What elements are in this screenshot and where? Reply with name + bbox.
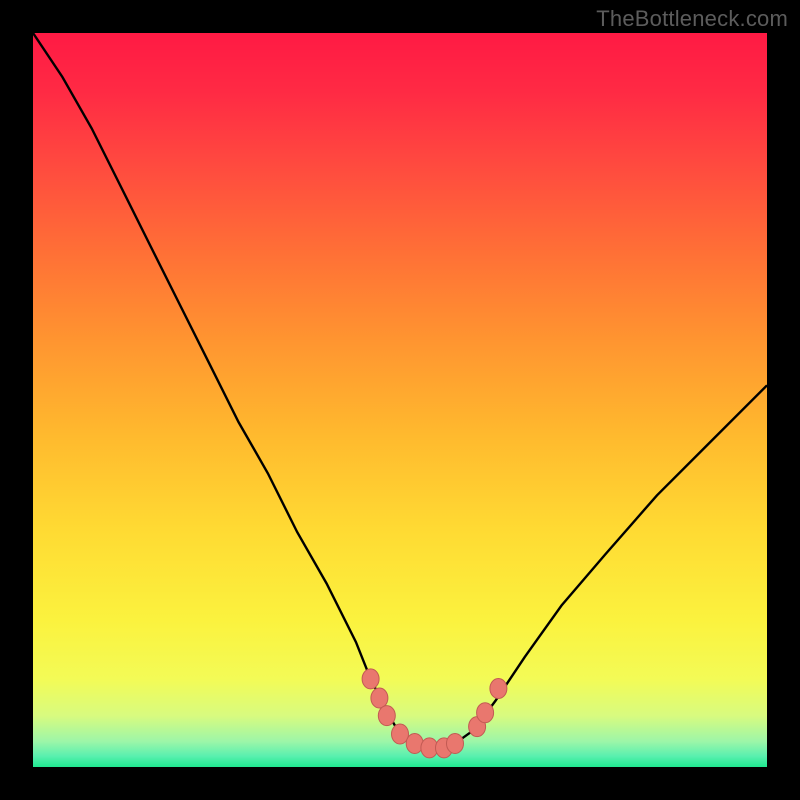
highlighted-points-group	[362, 669, 507, 758]
bottleneck-curve	[33, 33, 767, 767]
curve-point	[477, 703, 494, 723]
watermark-text: TheBottleneck.com	[596, 6, 788, 32]
curve-point	[490, 679, 507, 699]
curve-point	[406, 734, 423, 754]
curve-point	[371, 688, 388, 708]
curve-point	[362, 669, 379, 689]
plot-area	[33, 33, 767, 767]
curve-point	[378, 706, 395, 726]
chart-frame: TheBottleneck.com	[0, 0, 800, 800]
curve-point	[447, 734, 464, 754]
curve-line	[33, 33, 767, 748]
